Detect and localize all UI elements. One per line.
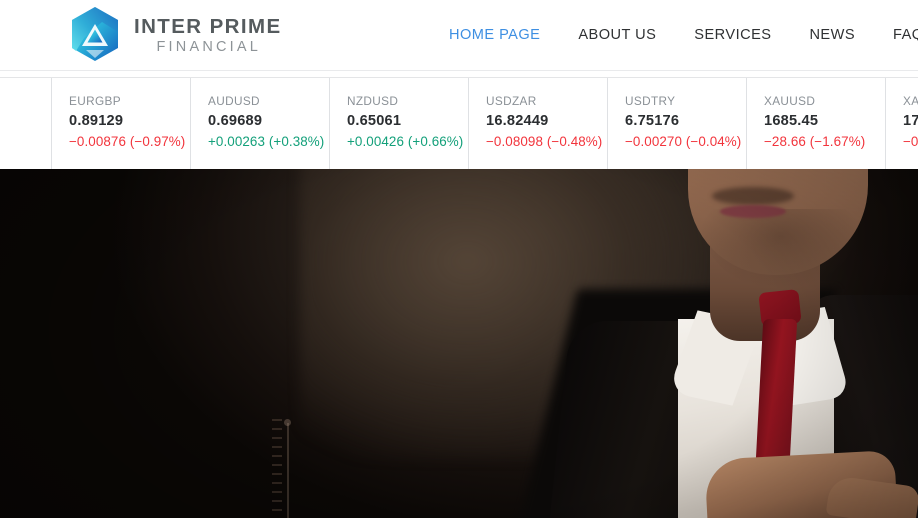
main-navigation: HOME PAGE ABOUT US SERVICES NEWS FAQS C <box>449 0 918 70</box>
brand-subtitle: FINANCIAL <box>156 38 262 55</box>
ticker-item[interactable]: AUDUSD 0.69689 +0.00263 (+0.38%) <box>190 78 329 169</box>
ticker-symbol: AUDUSD <box>208 94 260 108</box>
ticker-price: 6.75176 <box>625 112 680 129</box>
ticker-item[interactable]: EURGBP 0.89129 −0.00876 (−0.97%) <box>51 78 190 169</box>
nav-item-faqs[interactable]: FAQS <box>893 27 918 43</box>
ticker-symbol: USDTRY <box>625 94 676 108</box>
ticker-change: +0.00263 (+0.38%) <box>208 134 325 150</box>
brand-text: INTER PRIME FINANCIAL <box>134 14 282 56</box>
ticker-change: +0.00426 (+0.66%) <box>347 134 464 150</box>
ticker-symbol: NZDUSD <box>347 94 399 108</box>
nav-item-news[interactable]: NEWS <box>809 27 855 43</box>
ticker-symbol: EURGBP <box>69 94 121 108</box>
ticker-symbol: XAGUSD <box>903 94 918 108</box>
ticker-track: 59%) EURGBP 0.89129 −0.00876 (−0.97%) AU… <box>0 78 918 169</box>
nav-item-about-us[interactable]: ABOUT US <box>578 27 656 43</box>
ticker-price: 0.65061 <box>347 112 402 129</box>
hero-banner <box>0 169 918 518</box>
ticker-item[interactable]: XAGUSD 17.42 −0.278 <box>885 78 918 169</box>
site-header: INTER PRIME FINANCIAL HOME PAGE ABOUT US… <box>0 0 918 70</box>
ticker-item[interactable]: USDTRY 6.75176 −0.00270 (−0.04%) <box>607 78 746 169</box>
ticker-price: 0.69689 <box>208 112 263 129</box>
ticker-symbol: XAUUSD <box>764 94 816 108</box>
ruler-ticks <box>272 419 282 518</box>
nav-item-services[interactable]: SERVICES <box>694 27 771 43</box>
ticker-price: 0.89129 <box>69 112 124 129</box>
ticker-price: 16.82449 <box>486 112 549 129</box>
header-divider <box>0 70 918 71</box>
ruler-tube <box>287 423 289 518</box>
ticker-price: 17.42 <box>903 112 918 129</box>
brand-name: INTER PRIME <box>134 15 282 39</box>
ticker-change: −0.08098 (−0.48%) <box>486 134 603 150</box>
brand-logo[interactable]: INTER PRIME FINANCIAL <box>62 2 282 68</box>
hexagon-triangle-logo-icon <box>62 2 128 68</box>
market-ticker-bar[interactable]: 59%) EURGBP 0.89129 −0.00876 (−0.97%) AU… <box>0 78 918 169</box>
ticker-change: −0.00876 (−0.97%) <box>69 134 186 150</box>
ticker-symbol: USDZAR <box>486 94 537 108</box>
lips <box>720 205 786 218</box>
ticker-price: 1685.45 <box>764 112 819 129</box>
ticker-change: −28.66 (−1.67%) <box>764 134 866 150</box>
ticker-item[interactable]: XAUUSD 1685.45 −28.66 (−1.67%) <box>746 78 885 169</box>
ruler-bulb <box>284 419 291 426</box>
ticker-change: −0.278 <box>903 134 918 150</box>
ticker-change: −0.00270 (−0.04%) <box>625 134 742 150</box>
ticker-item[interactable]: 59%) <box>0 78 51 169</box>
businessman-photo <box>549 169 918 518</box>
decorative-ruler-graphic <box>272 419 306 518</box>
moustache <box>712 187 794 205</box>
ticker-item[interactable]: NZDUSD 0.65061 +0.00426 (+0.66%) <box>329 78 468 169</box>
ticker-item[interactable]: USDZAR 16.82449 −0.08098 (−0.48%) <box>468 78 607 169</box>
nav-item-home-page[interactable]: HOME PAGE <box>449 27 540 43</box>
ticker-change: 59%) <box>0 103 51 116</box>
